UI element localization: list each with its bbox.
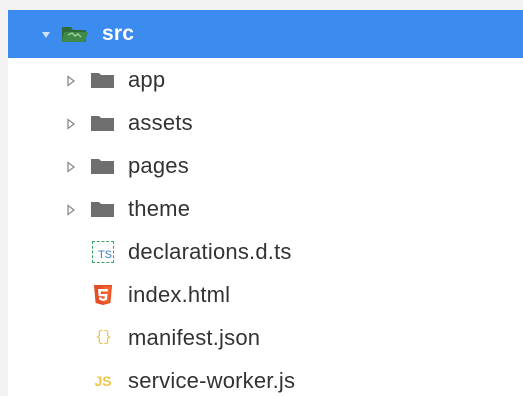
tree-item-label: manifest.json <box>128 324 261 350</box>
folder-open-green-icon <box>60 23 90 45</box>
collapse-arrow-right-icon[interactable] <box>66 74 76 87</box>
tree-item-src[interactable]: src <box>8 10 523 58</box>
left-gutter <box>0 10 8 396</box>
folder-icon <box>88 112 118 134</box>
tree-item-label: declarations.d.ts <box>128 238 292 264</box>
tree-item-label: index.html <box>128 281 231 307</box>
tree-item-manifest-json[interactable]: {} manifest.json <box>8 316 523 359</box>
tree-item-label: app <box>128 66 166 92</box>
tree-item-assets[interactable]: assets <box>8 101 523 144</box>
json-icon: {} <box>88 327 118 349</box>
javascript-glyph: JS <box>94 372 112 389</box>
folder-icon <box>88 155 118 177</box>
tree-item-theme[interactable]: theme <box>8 187 523 230</box>
tree-item-app[interactable]: app <box>8 58 523 101</box>
tree-item-declarations-d-ts[interactable]: TS declarations.d.ts <box>8 230 523 273</box>
javascript-icon: JS <box>88 370 118 392</box>
tree-item-label: src <box>102 22 135 45</box>
collapse-arrow-right-icon[interactable] <box>66 203 76 216</box>
tree-item-label: theme <box>128 195 191 221</box>
json-braces-glyph: {} <box>94 329 112 346</box>
collapse-arrow-right-icon[interactable] <box>66 160 76 173</box>
file-explorer-tree: src app assets pages theme TS declaratio… <box>0 0 523 396</box>
typescript-definition-icon: TS <box>88 240 118 263</box>
folder-icon <box>88 198 118 220</box>
tree-item-label: pages <box>128 152 189 178</box>
expand-arrow-down-icon[interactable] <box>41 28 51 40</box>
tree-item-label: service-worker.js <box>128 367 296 393</box>
tree-item-label: assets <box>128 109 193 135</box>
tree-item-pages[interactable]: pages <box>8 144 523 187</box>
typescript-glyph: TS <box>92 240 114 263</box>
tree-rows: src app assets pages theme TS declaratio… <box>8 10 523 396</box>
collapse-arrow-right-icon[interactable] <box>66 117 76 130</box>
html5-icon <box>88 284 118 306</box>
folder-icon <box>88 69 118 91</box>
top-padding-strip <box>0 0 523 10</box>
tree-item-service-worker-js[interactable]: JS service-worker.js <box>8 359 523 396</box>
tree-item-index-html[interactable]: index.html <box>8 273 523 316</box>
